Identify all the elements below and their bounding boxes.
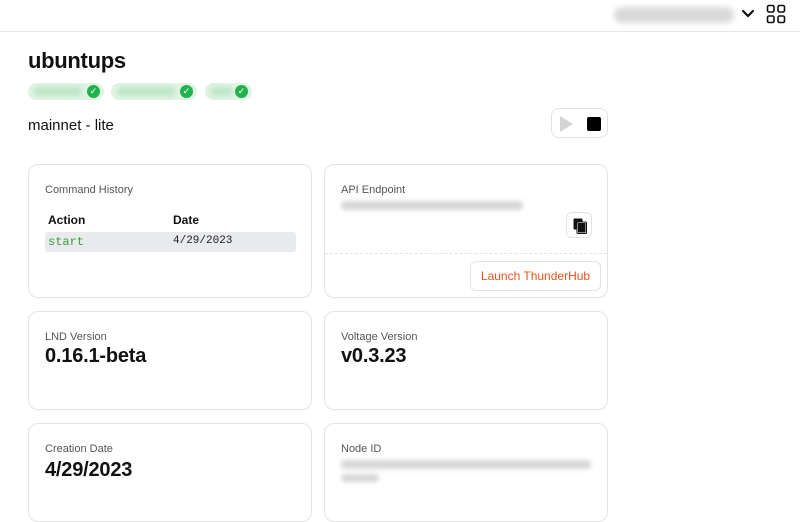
copy-icon bbox=[573, 218, 587, 234]
chevron-down-icon[interactable] bbox=[740, 6, 756, 22]
column-header-date: Date bbox=[173, 213, 200, 227]
table-row: start 4/29/2023 bbox=[45, 232, 296, 252]
voltage-version-value: v0.3.23 bbox=[341, 345, 407, 367]
node-controls bbox=[551, 108, 608, 138]
launch-thunderhub-button[interactable]: Launch ThunderHub bbox=[470, 261, 601, 291]
api-endpoint-value bbox=[341, 201, 523, 210]
check-icon: ✓ bbox=[235, 85, 248, 98]
check-icon: ✓ bbox=[180, 85, 193, 98]
creation-date-value: 4/29/2023 bbox=[45, 459, 133, 481]
stop-icon[interactable] bbox=[587, 117, 601, 131]
play-icon[interactable] bbox=[560, 116, 573, 132]
network-label: mainnet - lite bbox=[28, 117, 114, 134]
node-id-value-continued bbox=[341, 474, 379, 482]
divider bbox=[325, 253, 607, 254]
command-history-card: Command History Action Date start 4/29/2… bbox=[28, 164, 312, 298]
card-label: Node ID bbox=[341, 443, 382, 455]
card-label: LND Version bbox=[45, 331, 107, 343]
top-bar bbox=[0, 0, 800, 32]
lnd-version-value: 0.16.1-beta bbox=[45, 345, 147, 367]
grid-icon[interactable] bbox=[766, 4, 786, 24]
node-id-value bbox=[341, 460, 591, 469]
node-id-card: Node ID bbox=[324, 423, 608, 522]
command-action: start bbox=[48, 235, 85, 249]
creation-date-card: Creation Date 4/29/2023 bbox=[28, 423, 312, 522]
status-badge: ✓ bbox=[28, 83, 104, 100]
column-header-action: Action bbox=[48, 213, 86, 227]
account-selector[interactable] bbox=[614, 7, 734, 23]
status-badge: ✓ bbox=[111, 83, 197, 100]
page-title: ubuntups bbox=[28, 48, 126, 73]
voltage-version-card: Voltage Version v0.3.23 bbox=[324, 311, 608, 410]
card-label: Command History bbox=[45, 184, 134, 196]
lnd-version-card: LND Version 0.16.1-beta bbox=[28, 311, 312, 410]
status-badge: ✓ bbox=[205, 83, 252, 100]
card-label: Creation Date bbox=[45, 443, 113, 455]
check-icon: ✓ bbox=[87, 85, 100, 98]
card-label: Voltage Version bbox=[341, 331, 418, 343]
command-date: 4/29/2023 bbox=[173, 235, 233, 247]
copy-button[interactable] bbox=[566, 212, 592, 238]
api-endpoint-card: API Endpoint Launch ThunderHub bbox=[324, 164, 608, 298]
card-label: API Endpoint bbox=[341, 184, 406, 196]
